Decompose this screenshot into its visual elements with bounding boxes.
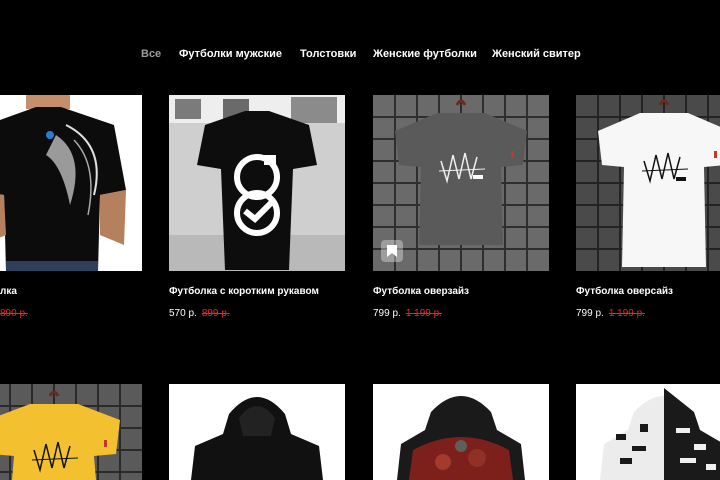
product-price-2: 570 р. 899 р. [169,307,230,321]
bookmark-icon[interactable] [381,240,403,262]
product-image-1[interactable] [0,95,142,271]
product-image-7[interactable] [373,384,549,480]
product-price-4: 799 р. 1 199 р. [576,307,645,321]
current-price: 799 р. [576,308,604,319]
product-image-5[interactable] [0,384,142,480]
category-tabs: Все Футболки мужские Толстовки Женские ф… [0,46,720,62]
old-price: 890 р. [0,308,28,319]
current-price: 799 р. [373,308,401,319]
product-price-1: 890 р. [0,307,28,321]
product-image-3[interactable] [373,95,549,271]
tab-mens-tshirts[interactable]: Футболки мужские [179,46,282,62]
old-price: 899 р. [201,308,230,319]
tab-all[interactable]: Все [141,46,161,62]
product-image-6[interactable] [169,384,345,480]
product-title-3[interactable]: Футболка оверзайз [373,285,469,299]
product-title-1[interactable]: лка [0,285,17,299]
product-image-2[interactable] [169,95,345,271]
tab-sweatshirts[interactable]: Толстовки [300,46,356,62]
old-price: 1 199 р. [608,308,645,319]
product-title-2[interactable]: Футболка с коротким рукавом [169,285,319,299]
old-price: 1 199 р. [405,308,442,319]
product-price-3: 799 р. 1 199 р. [373,307,442,321]
product-image-8[interactable] [576,384,720,480]
tab-womens-sweater[interactable]: Женский свитер [492,46,581,62]
tab-womens-tshirts[interactable]: Женские футболки [373,46,477,62]
product-title-4[interactable]: Футболка оверсайз [576,285,673,299]
current-price: 570 р. [169,308,197,319]
product-image-4[interactable] [576,95,720,271]
